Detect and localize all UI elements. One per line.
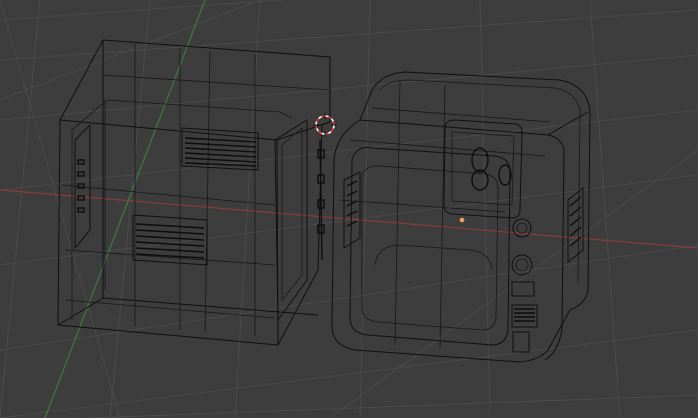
tv-left-vent — [343, 171, 361, 249]
viewport-canvas[interactable] — [0, 0, 698, 418]
tv-knobs — [511, 218, 538, 353]
box-model[interactable] — [57, 39, 331, 346]
y-axis-line — [44, 0, 206, 418]
tuner-dials — [471, 147, 512, 191]
3d-cursor-icon[interactable] — [313, 113, 337, 137]
3d-viewport[interactable] — [0, 0, 698, 418]
origin-dot-icon — [459, 217, 465, 223]
tv-right-vent — [567, 186, 584, 264]
